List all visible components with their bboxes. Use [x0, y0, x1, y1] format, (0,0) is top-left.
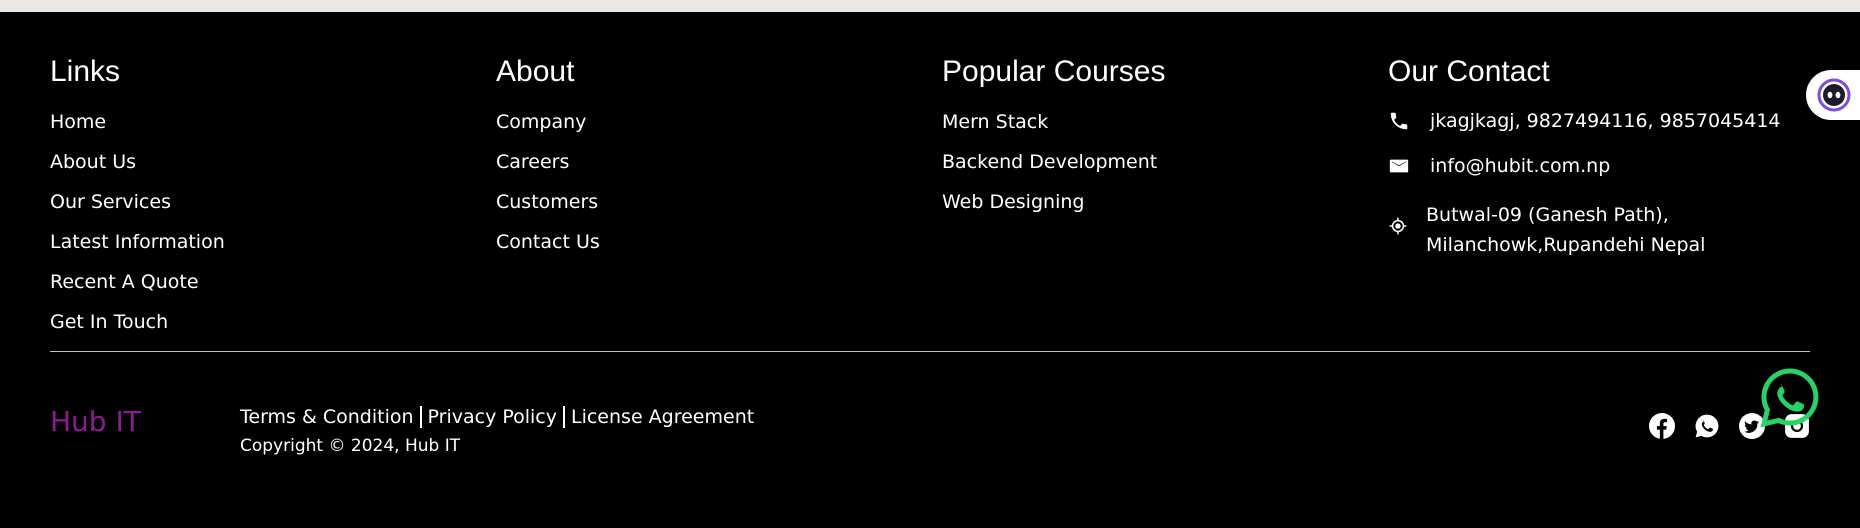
contact-address: Butwal-09 (Ganesh Path), Milanchowk,Rupa… — [1426, 200, 1705, 260]
contact-address-icon-row — [1388, 216, 1408, 236]
footer-link-company[interactable]: Company — [496, 102, 600, 142]
top-strip — [0, 0, 1860, 12]
location-icon — [1388, 216, 1408, 236]
contact-email-text[interactable]: info@hubit.com.np — [1430, 155, 1610, 177]
address-line-1: Butwal-09 (Ganesh Path), — [1426, 204, 1669, 226]
footer-links-column: Links Home About Us Our Services Latest … — [50, 48, 225, 342]
copyright-text: Copyright © 2024, Hub IT — [240, 436, 461, 456]
contact-phone-row: jkagjkagj, 9827494116, 9857045414 — [1388, 110, 1781, 132]
footer-link-recent-a-quote[interactable]: Recent A Quote — [50, 262, 225, 302]
footer-link-our-services[interactable]: Our Services — [50, 182, 225, 222]
footer-link-contact-us[interactable]: Contact Us — [496, 222, 600, 262]
whatsapp-icon[interactable] — [1694, 413, 1720, 439]
footer-contact-column: Our Contact — [1388, 48, 1550, 96]
whatsapp-icon — [1760, 368, 1819, 428]
address-line-2: Milanchowk,Rupandehi Nepal — [1426, 234, 1706, 256]
footer-link-backend-development[interactable]: Backend Development — [942, 142, 1165, 182]
footer-link-latest-information[interactable]: Latest Information — [50, 222, 225, 262]
about-heading: About — [496, 55, 575, 88]
footer-link-careers[interactable]: Careers — [496, 142, 600, 182]
footer-link-web-designing[interactable]: Web Designing — [942, 182, 1165, 222]
contact-email-row: info@hubit.com.np — [1388, 155, 1610, 177]
contact-heading: Our Contact — [1388, 55, 1550, 88]
legal-links: Terms & Condition Privacy Policy License… — [240, 402, 754, 432]
contact-phone-text[interactable]: jkagjkagj, 9827494116, 9857045414 — [1430, 110, 1781, 132]
footer-link-get-in-touch[interactable]: Get In Touch — [50, 302, 225, 342]
side-assistant-widget[interactable] — [1806, 70, 1860, 120]
mail-icon — [1388, 155, 1410, 177]
legal-separator — [419, 406, 422, 428]
facebook-icon[interactable] — [1649, 413, 1675, 439]
courses-heading: Popular Courses — [942, 55, 1166, 88]
footer-link-home[interactable]: Home — [50, 102, 225, 142]
courses-list: Mern Stack Backend Development Web Desig… — [942, 102, 1165, 222]
footer-divider — [50, 351, 1810, 352]
footer-courses-column: Popular Courses Mern Stack Backend Devel… — [942, 48, 1165, 222]
license-agreement-link[interactable]: License Agreement — [571, 402, 754, 432]
footer-brand[interactable]: Hub IT — [50, 403, 141, 441]
legal-separator — [563, 406, 565, 428]
about-list: Company Careers Customers Contact Us — [496, 102, 600, 262]
terms-link[interactable]: Terms & Condition — [240, 402, 414, 432]
phone-icon — [1388, 110, 1410, 132]
footer-about-column: About Company Careers Customers Contact … — [496, 48, 600, 262]
privacy-policy-link[interactable]: Privacy Policy — [428, 402, 557, 432]
footer-link-about-us[interactable]: About Us — [50, 142, 225, 182]
whatsapp-floating-button[interactable] — [1758, 366, 1822, 430]
links-list: Home About Us Our Services Latest Inform… — [50, 102, 225, 342]
links-heading: Links — [50, 55, 121, 88]
footer-link-mern-stack[interactable]: Mern Stack — [942, 102, 1165, 142]
assistant-face-icon — [1817, 78, 1851, 112]
footer-link-customers[interactable]: Customers — [496, 182, 600, 222]
